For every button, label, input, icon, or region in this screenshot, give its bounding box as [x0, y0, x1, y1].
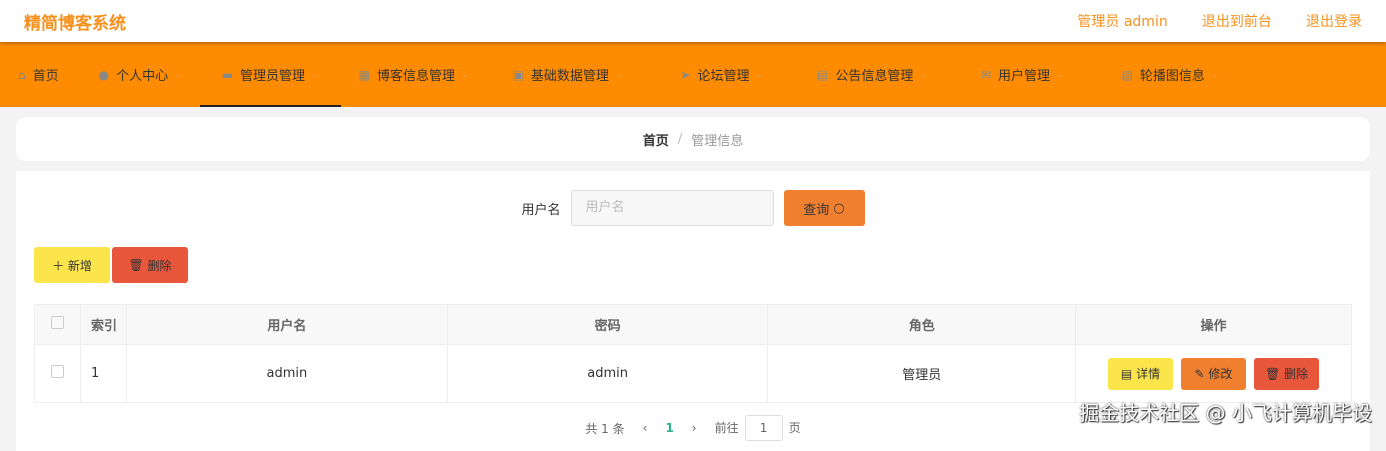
- delete-button[interactable]: 🗑 删除: [1254, 357, 1319, 390]
- cell-password: admin: [446, 344, 769, 403]
- row-select-cell: [34, 344, 81, 403]
- select-all-checkbox[interactable]: [51, 316, 64, 329]
- delete-label: 删除: [147, 258, 172, 273]
- cell-actions: ▤ 详情 ✎ 修改 🗑 删除: [1075, 344, 1352, 403]
- nav-home[interactable]: ⌂ 首页: [0, 42, 77, 107]
- breadcrumb-current: 管理信息: [691, 133, 744, 149]
- nav-label: 轮播图信息: [1139, 69, 1205, 84]
- delete-label: 删除: [1284, 367, 1309, 381]
- nav-label: 公告信息管理: [835, 69, 914, 84]
- breadcrumb-separator: /: [677, 131, 683, 147]
- chevron-down-icon: ⌄: [174, 69, 182, 80]
- search-bar: 用户名 用户名 查询 ○: [34, 171, 1352, 226]
- nav-notice[interactable]: ▤ 公告信息管理 ⌄: [781, 42, 945, 107]
- nav-admin-management[interactable]: ▬ 管理员管理 ⌄: [199, 42, 341, 107]
- chevron-down-icon: ⌄: [460, 69, 469, 80]
- search-icon: ○: [833, 200, 845, 216]
- header-actions: 操作: [1075, 304, 1352, 345]
- logout-link[interactable]: 退出登录: [1306, 14, 1362, 30]
- nav-label: 首页: [32, 69, 59, 84]
- goto-label: 前往: [714, 421, 739, 435]
- grid-icon: ▦: [358, 67, 370, 82]
- watermark: 掘金技术社区 @ 小飞计算机毕设: [1079, 401, 1372, 425]
- app-title: 精简博客系统: [24, 13, 126, 34]
- chevron-down-icon: ⌄: [919, 69, 927, 80]
- goto-page-input[interactable]: 1: [744, 415, 783, 441]
- chevron-down-icon: ⌄: [1210, 69, 1219, 80]
- select-all-cell: [34, 304, 81, 345]
- nav-label: 用户管理: [998, 69, 1051, 84]
- batch-delete-button[interactable]: 🗑 删除: [112, 247, 188, 283]
- briefcase-icon: ▣: [512, 67, 524, 82]
- nav-label: 基础数据管理: [530, 69, 609, 84]
- nav-blog-management[interactable]: ▦ 博客信息管理 ⌄: [341, 42, 487, 107]
- chevron-down-icon: ⌄: [311, 69, 319, 80]
- add-button[interactable]: ＋ 新增: [34, 247, 110, 283]
- detail-button[interactable]: ▤ 详情: [1108, 357, 1173, 390]
- total-count: 共 1 条: [585, 421, 625, 436]
- query-label: 查询: [803, 202, 830, 218]
- document-icon: ▤: [817, 67, 829, 82]
- prev-page-button[interactable]: ‹: [643, 421, 648, 435]
- exit-to-front-link[interactable]: 退出到前台: [1202, 14, 1272, 30]
- nav-profile[interactable]: ● 个人中心 ⌄: [77, 42, 200, 107]
- top-bar: 精简博客系统 管理员 admin 退出到前台 退出登录: [0, 0, 1386, 42]
- header-index: 索引: [80, 304, 127, 345]
- header-username: 用户名: [126, 304, 448, 345]
- nav-carousel[interactable]: ▧ 轮播图信息 ⌄: [1082, 42, 1237, 107]
- table-header: 索引 用户名 密码 角色 操作: [34, 304, 1352, 345]
- query-button[interactable]: 查询 ○: [783, 190, 865, 226]
- next-page-button[interactable]: ›: [692, 421, 697, 435]
- trash-icon: 🗑: [1264, 366, 1285, 381]
- user-icon: ●: [98, 67, 110, 82]
- header-role: 角色: [767, 304, 1076, 345]
- document-icon: ▤: [1120, 366, 1137, 381]
- chevron-down-icon: ⌄: [755, 69, 764, 80]
- breadcrumb-home[interactable]: 首页: [643, 130, 669, 149]
- nav-label: 个人中心: [116, 69, 169, 84]
- page-1[interactable]: 1: [665, 421, 673, 435]
- admin-table: 索引 用户名 密码 角色 操作 1 admin admin 管理员 ▤ 详情 ✎…: [34, 304, 1352, 403]
- edit-label: 修改: [1208, 367, 1233, 381]
- header-password: 密码: [446, 304, 769, 345]
- table-row: 1 admin admin 管理员 ▤ 详情 ✎ 修改 🗑 删除: [34, 344, 1352, 403]
- breadcrumb: 首页 / 管理信息: [16, 117, 1370, 161]
- trash-icon: 🗑: [128, 258, 148, 272]
- username-label: 用户名: [521, 202, 561, 218]
- chevron-down-icon: ⌄: [1056, 69, 1064, 80]
- mail-icon: ✉: [980, 67, 991, 82]
- home-icon: ⌂: [18, 67, 26, 82]
- nav-forum[interactable]: ➤ 论坛管理 ⌄: [640, 42, 781, 107]
- plus-icon: ＋: [52, 258, 68, 273]
- page-suffix: 页: [788, 421, 801, 435]
- monitor-icon: ▬: [221, 67, 234, 82]
- row-checkbox[interactable]: [51, 365, 64, 378]
- nav-users[interactable]: ✉ 用户管理 ⌄: [945, 42, 1082, 107]
- nav-label: 论坛管理: [697, 69, 750, 84]
- main-nav: ⌂ 首页 ● 个人中心 ⌄ ▬ 管理员管理 ⌄ ▦ 博客信息管理 ⌄ ▣ 基础数据管理 ⌄ ➤ 论坛…: [0, 42, 1386, 107]
- nav-label: 管理员管理: [240, 69, 306, 84]
- nav-basic-data[interactable]: ▣ 基础数据管理 ⌄: [487, 42, 641, 107]
- nav-label: 博客信息管理: [376, 69, 455, 84]
- add-label: 新增: [67, 258, 92, 273]
- detail-label: 详情: [1136, 367, 1161, 381]
- cell-username: admin: [126, 344, 448, 403]
- edit-button[interactable]: ✎ 修改: [1181, 357, 1246, 390]
- username-search-input[interactable]: 用户名: [570, 190, 774, 226]
- admin-user-link[interactable]: 管理员 admin: [1077, 14, 1167, 30]
- send-icon: ➤: [680, 67, 691, 82]
- cell-role: 管理员: [767, 344, 1076, 403]
- chevron-down-icon: ⌄: [614, 69, 623, 80]
- pencil-icon: ✎: [1194, 366, 1209, 381]
- image-icon: ▧: [1121, 67, 1133, 82]
- cell-index: 1: [80, 344, 127, 403]
